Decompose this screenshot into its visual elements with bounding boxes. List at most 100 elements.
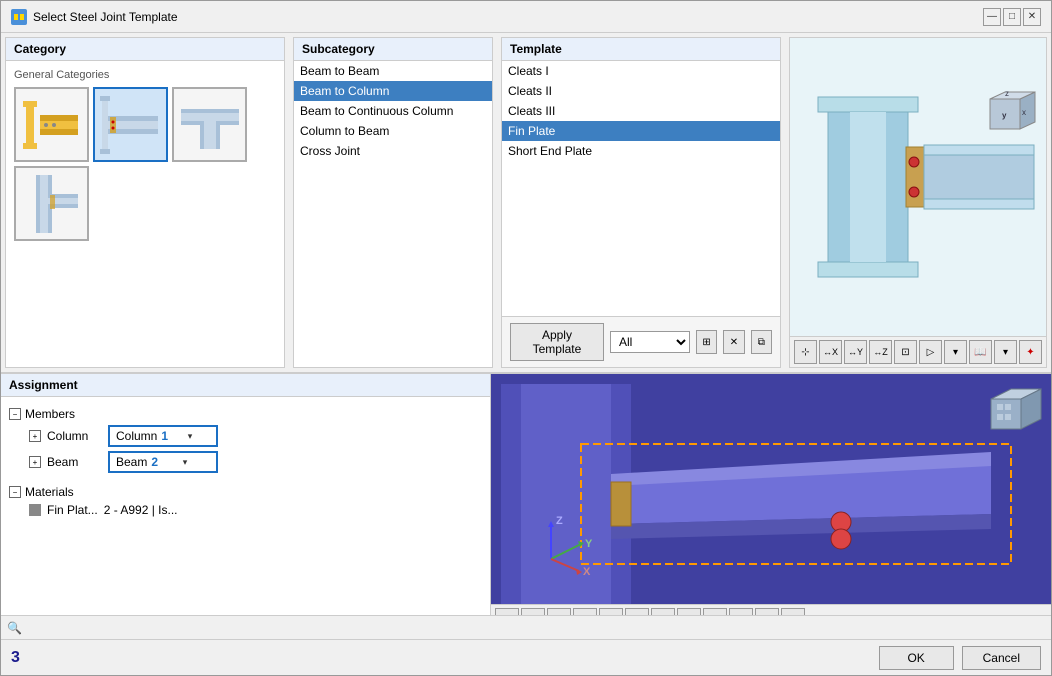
subcategory-item-cross-joint[interactable]: Cross Joint	[294, 141, 492, 161]
app-icon	[11, 9, 27, 25]
preview-nav-button[interactable]: ⊹	[794, 340, 817, 364]
category-item-2[interactable]	[93, 87, 168, 162]
fin-plate-label: Fin Plat...	[47, 503, 98, 517]
ok-button[interactable]: OK	[879, 646, 954, 670]
cancel-button[interactable]: Cancel	[962, 646, 1041, 670]
preview-toolbar: ⊹ ↔X ↔Y ↔Z ⊡ ▷ ▾ 📖 ▾ ✦	[790, 336, 1046, 367]
clear-filter-button[interactable]: ✕	[723, 330, 744, 354]
preview-xaxis-button[interactable]: ↔X	[819, 340, 842, 364]
minimize-icon: —	[987, 11, 997, 22]
vp-print-button[interactable]: 🖶	[729, 608, 753, 615]
subcategory-header: Subcategory	[294, 38, 492, 61]
close-button[interactable]: ✕	[1023, 8, 1041, 26]
clear-icon: ✕	[730, 337, 738, 348]
subcategory-panel: Subcategory Beam to Beam Beam to Column …	[293, 37, 493, 368]
members-label: Members	[25, 407, 75, 421]
filter-icon-button[interactable]: ⊞	[696, 330, 717, 354]
materials-section: − Materials Fin Plat... 2 - A992 | Is...	[9, 483, 482, 519]
maximize-button[interactable]: □	[1003, 8, 1021, 26]
vp-highlight-button[interactable]: ✦	[781, 608, 805, 615]
template-item-short-end-plate[interactable]: Short End Plate	[502, 141, 780, 161]
preview-zaxis-button[interactable]: ↔Z	[869, 340, 892, 364]
materials-expander[interactable]: −	[9, 486, 21, 498]
apply-template-button[interactable]: Apply Template	[510, 323, 604, 361]
minimize-button[interactable]: —	[983, 8, 1001, 26]
assignment-header: Assignment	[1, 374, 490, 397]
material-color-swatch	[29, 504, 41, 516]
preview-book-dropdown[interactable]: ▾	[994, 340, 1017, 364]
svg-text:X: X	[583, 566, 591, 578]
assignment-panel: Assignment − Members +	[1, 374, 491, 615]
template-item-cleats-iii[interactable]: Cleats III	[502, 101, 780, 121]
plus-icon-beam: +	[33, 458, 38, 467]
vp-xaxis-button[interactable]: ↔X	[547, 608, 571, 615]
beam-label: Beam	[47, 455, 102, 469]
preview-camera-button[interactable]: ▷	[919, 340, 942, 364]
template-item-cleats-i[interactable]: Cleats I	[502, 61, 780, 81]
category-header: Category	[6, 38, 284, 61]
subcategory-item-column-to-beam[interactable]: Column to Beam	[294, 121, 492, 141]
template-item-fin-plate[interactable]: Fin Plate	[502, 121, 780, 141]
vp-yaxis-button[interactable]: ↔Y	[573, 608, 597, 615]
vp-camera-dropdown[interactable]: ▾	[677, 608, 701, 615]
vp-copy-button[interactable]: ⧉	[703, 608, 727, 615]
template-list: Cleats I Cleats II Cleats III Fin Plate …	[502, 61, 780, 161]
materials-children: Fin Plat... 2 - A992 | Is...	[9, 501, 482, 519]
viewport-section: Z Y X	[491, 374, 1051, 615]
subcategory-item-beam-to-beam[interactable]: Beam to Beam	[294, 61, 492, 81]
vp-print-dropdown[interactable]: ▾	[755, 608, 779, 615]
vp-camera-button[interactable]: ▷	[651, 608, 675, 615]
category-label: General Categories	[14, 69, 276, 81]
preview-more-button[interactable]: ▾	[944, 340, 967, 364]
svg-text:z: z	[1005, 89, 1009, 98]
category-item-3[interactable]	[172, 87, 247, 162]
template-footer: Apply Template All Recent Favorites ⊞ ✕ …	[502, 316, 780, 367]
fin-plate-material: 2 - A992 | Is...	[104, 503, 178, 517]
title-bar: Select Steel Joint Template — □ ✕	[1, 1, 1051, 33]
category-item-1[interactable]	[14, 87, 89, 162]
vp-zaxis-button[interactable]: ↔Z	[599, 608, 623, 615]
assignment-body: − Members + Column Column	[1, 397, 490, 615]
beam-expander[interactable]: +	[29, 456, 41, 468]
viewport-toolbar: ⊕ 👁 ↔X ↔Y ↔Z ⊡ ▷ ▾ ⧉ 🖶 ▾ ✦	[491, 604, 1051, 615]
filter-icon: ⊞	[702, 337, 710, 348]
preview-yaxis-button[interactable]: ↔Y	[844, 340, 867, 364]
minus-icon: −	[13, 410, 18, 419]
column-expander[interactable]: +	[29, 430, 41, 442]
subcategory-body: Beam to Beam Beam to Column Beam to Cont…	[294, 61, 492, 161]
preview-iso-button[interactable]: ⊡	[894, 340, 917, 364]
template-body: Cleats I Cleats II Cleats III Fin Plate …	[502, 61, 780, 316]
vp-view-button[interactable]: 👁	[521, 608, 545, 615]
template-filter-select[interactable]: All Recent Favorites	[610, 331, 690, 353]
preview-panel: y x z ⊹ ↔X ↔Y ↔Z ⊡ ▷ ▾ 📖 ▾ ✦	[789, 37, 1047, 368]
main-viewport[interactable]: Z Y X	[491, 374, 1051, 604]
svg-text:y: y	[1002, 111, 1007, 120]
beam-number: 2	[151, 455, 178, 469]
minus-icon-mat: −	[13, 488, 18, 497]
copy-button[interactable]: ⧉	[751, 330, 772, 354]
column-row: + Column Column 1 ▾	[29, 423, 482, 449]
members-expander[interactable]: −	[9, 408, 21, 420]
materials-label: Materials	[25, 485, 74, 499]
beam-dropdown[interactable]: Beam 2 ▾	[108, 451, 218, 473]
preview-svg: y x z	[798, 77, 1038, 297]
viewport-svg: Z Y X	[491, 374, 1051, 604]
preview-book-button[interactable]: 📖	[969, 340, 992, 364]
preview-area: y x z	[790, 38, 1046, 336]
vp-isoview-button[interactable]: ⊡	[625, 608, 649, 615]
vp-nav1-button[interactable]: ⊕	[495, 608, 519, 615]
members-tree-item: − Members	[9, 405, 482, 423]
subcategory-item-beam-to-continuous-column[interactable]: Beam to Continuous Column	[294, 101, 492, 121]
title-bar-controls: — □ ✕	[983, 8, 1041, 26]
column-dropdown-value: Column	[116, 429, 157, 443]
category-item-4[interactable]	[14, 166, 89, 241]
materials-tree-item: − Materials	[9, 483, 482, 501]
dialog-window: Select Steel Joint Template — □ ✕ Catego…	[0, 0, 1052, 676]
preview-highlight-button[interactable]: ✦	[1019, 340, 1042, 364]
fin-plate-material-row: Fin Plat... 2 - A992 | Is...	[29, 501, 482, 519]
subcategory-item-beam-to-column[interactable]: Beam to Column	[294, 81, 492, 101]
column-dropdown[interactable]: Column 1 ▾	[108, 425, 218, 447]
template-item-cleats-ii[interactable]: Cleats II	[502, 81, 780, 101]
category-grid	[14, 87, 276, 241]
beam-dropdown-value: Beam	[116, 455, 147, 469]
